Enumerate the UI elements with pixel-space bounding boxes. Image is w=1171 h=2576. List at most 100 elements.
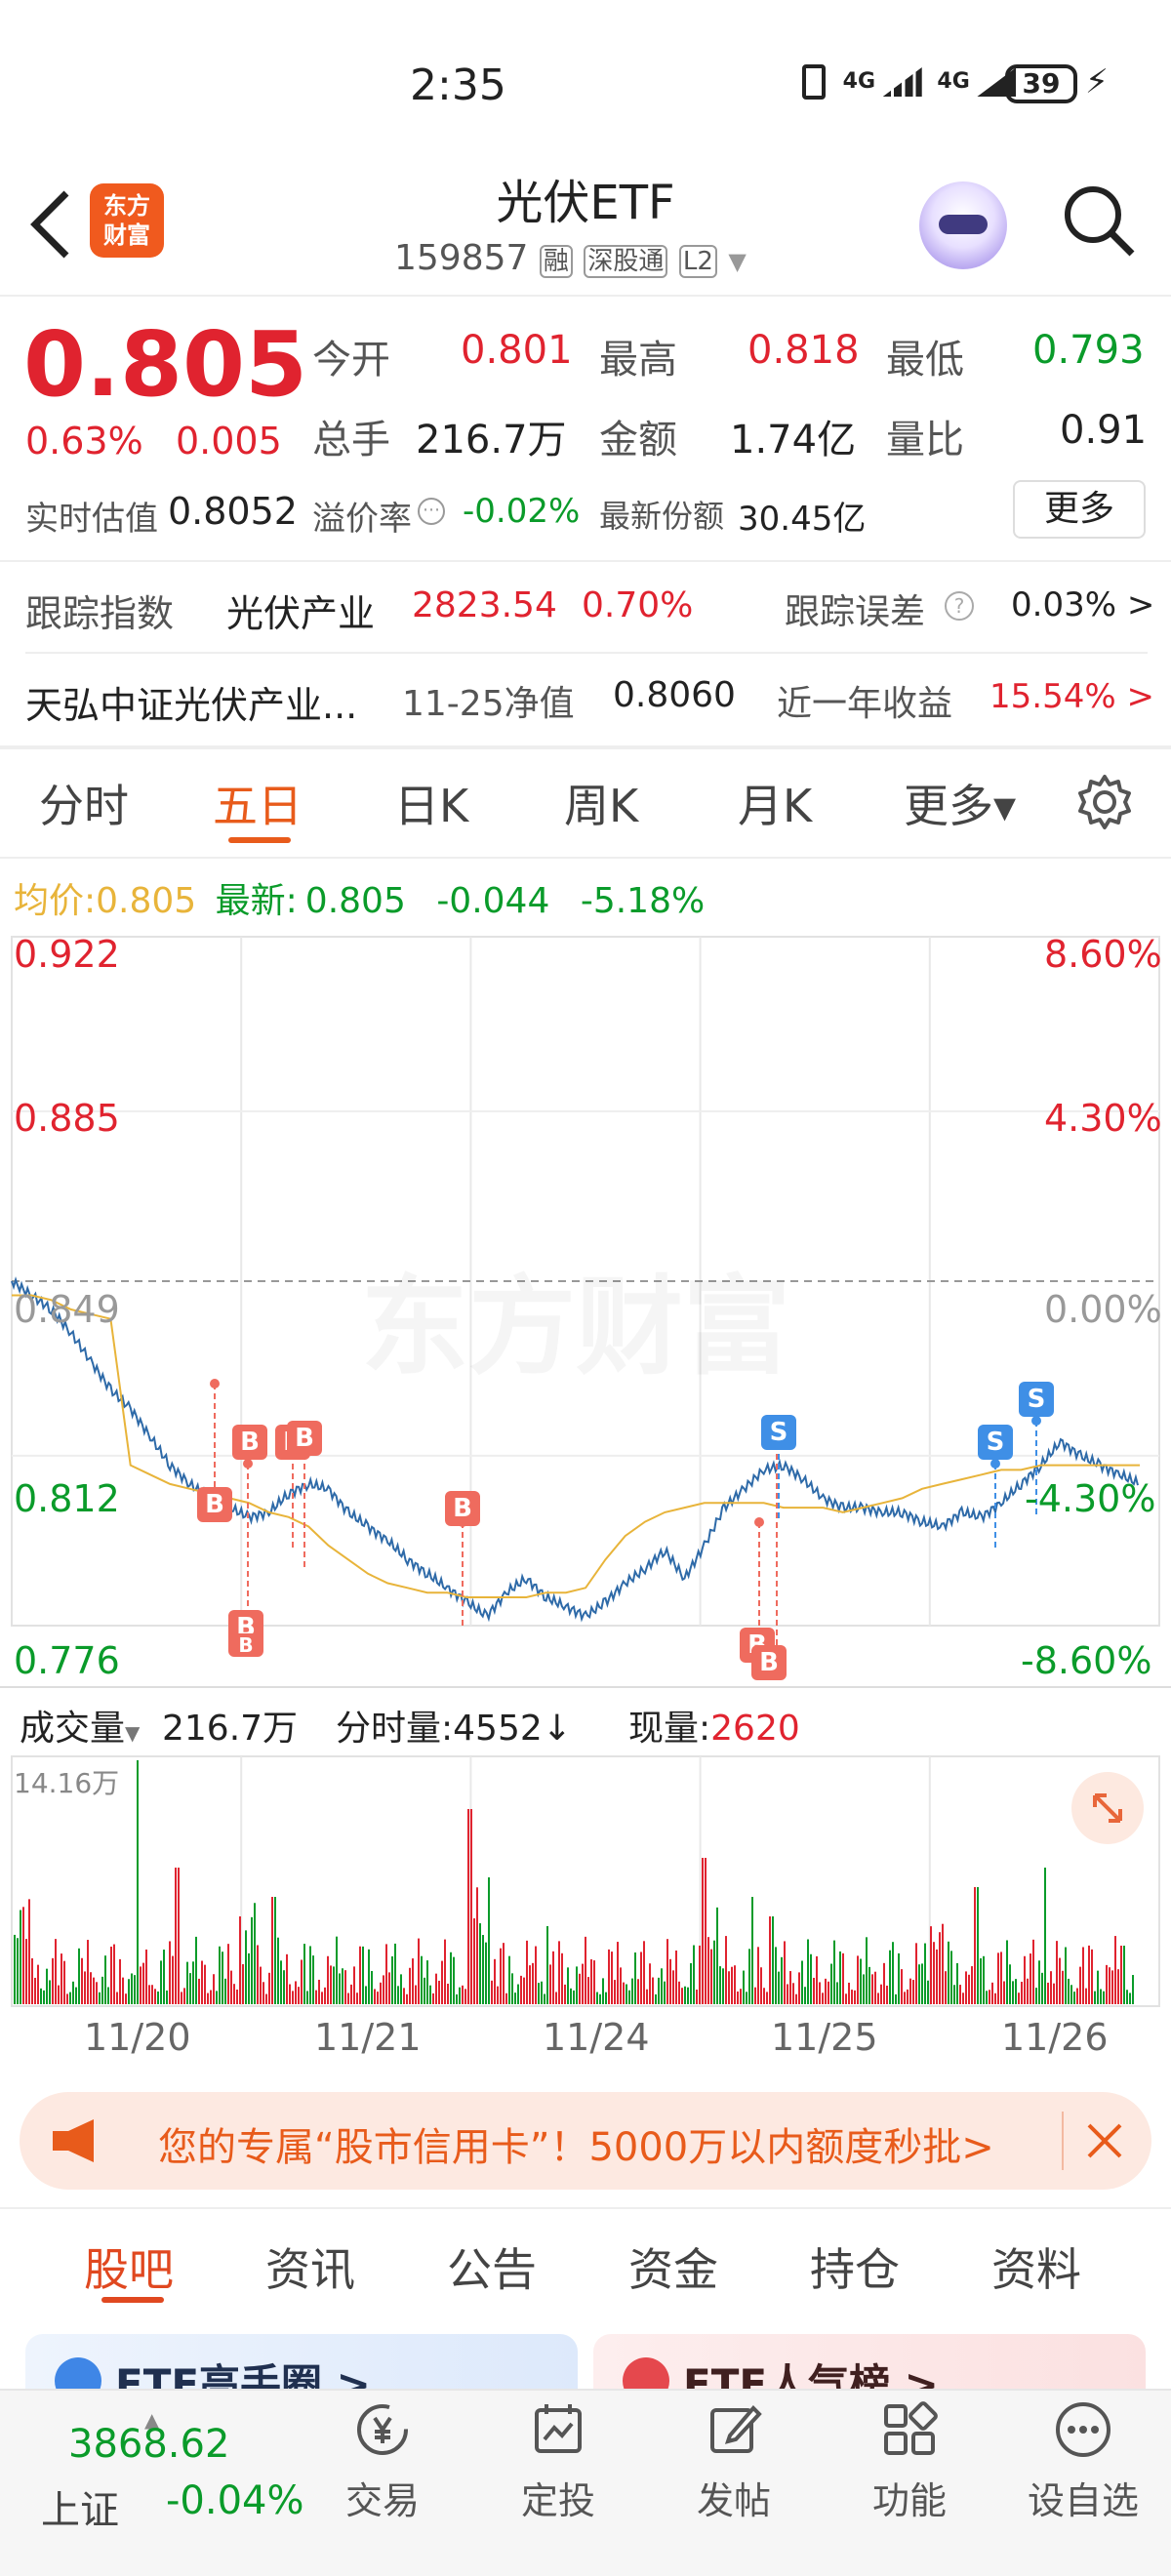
nav-fixed-invest[interactable]: 定投 [490, 2398, 626, 2524]
badge-connect: 深股通 [584, 245, 668, 278]
volume-bar [388, 1972, 390, 2004]
net-label-2: 4G [937, 69, 970, 94]
volume-bar [426, 1960, 428, 2004]
volume-bar [787, 1984, 788, 2004]
close-icon[interactable] [1083, 2119, 1126, 2162]
sell-mark-2[interactable]: S [978, 1425, 1013, 1460]
tracking-error-value[interactable]: 0.03% > [1011, 585, 1154, 624]
volume-bar [377, 1992, 379, 2004]
dropdown-triangle-icon[interactable]: ▼ [728, 248, 746, 275]
volume-bar [166, 1990, 168, 2004]
more-button[interactable]: 更多 [1013, 480, 1146, 539]
promo-banner[interactable]: 您的专属“股市信用卡”！5000万以内额度秒批> [20, 2092, 1151, 2190]
tab-more[interactable]: 更多▾ [904, 771, 1016, 835]
volume-bar [327, 1955, 329, 2004]
volume-bar [444, 1939, 446, 2004]
tab-holdings[interactable]: 持仓 [810, 2234, 900, 2299]
volume-bar [640, 1952, 642, 2004]
volume-bar [541, 1981, 543, 2004]
card-popularity[interactable]: ETF人气榜 > [593, 2334, 1146, 2389]
volume-bar [248, 1952, 250, 2004]
volume-bar [898, 1952, 900, 2004]
volume-bar [210, 1990, 212, 2004]
volume-bar [1009, 1964, 1011, 2004]
tab-profile[interactable]: 资料 [991, 2234, 1081, 2299]
card-expert-circle[interactable]: ETF高手圈 > [25, 2334, 578, 2389]
nav-add-watchlist[interactable]: 设自选 [1015, 2398, 1151, 2524]
y-tick-1: 0.885 [14, 1097, 120, 1140]
tab-forum[interactable]: 股吧 [84, 2234, 174, 2299]
tab-daily-k[interactable]: 日K [394, 771, 468, 835]
volume-bar [544, 1993, 545, 2004]
volume-bar [219, 1946, 221, 2004]
tab-monthly-k[interactable]: 月K [738, 771, 812, 835]
volume-bar [192, 1961, 194, 2004]
sell-mark-3[interactable]: S [1019, 1382, 1054, 1417]
settings-button[interactable] [1075, 773, 1134, 831]
volume-bar [207, 1992, 209, 2004]
volume-bar [819, 1982, 821, 2004]
index-ticker[interactable]: ▲ 3868.62 上证 -0.04% [20, 2408, 312, 2555]
volume-bar [546, 1926, 548, 2004]
chart-info-row: 均价:0.805 最新: 0.805 -0.044 -5.18% [14, 872, 705, 923]
question-icon[interactable]: ? [945, 591, 974, 621]
pct-tick-2: 0.00% [1044, 1288, 1162, 1331]
volume-bar [696, 1990, 698, 2004]
buy-mark-4[interactable]: B [287, 1421, 322, 1456]
volume-bar [315, 1990, 317, 2004]
volume-bar [230, 1970, 232, 2004]
volume-bar [1097, 1970, 1099, 2004]
back-button[interactable] [25, 185, 74, 263]
volume-selector[interactable]: 成交量▼ [20, 1700, 140, 1751]
tab-five-day[interactable]: 五日 [213, 771, 303, 835]
last-label: 最新: [215, 881, 298, 921]
app-logo[interactable]: 东方 财富 [90, 183, 164, 258]
volume-bar [892, 1942, 894, 2004]
track-index-name[interactable]: 光伏产业 [226, 584, 375, 637]
volume-bar [857, 1955, 859, 2004]
buy-mark-1[interactable]: B [197, 1487, 232, 1522]
volume-bar [1120, 1946, 1122, 2004]
gear-icon [1078, 775, 1131, 829]
volume-bar [145, 1949, 147, 2004]
volume-bar [58, 1985, 60, 2004]
buy-mark-6[interactable]: B [228, 1633, 263, 1657]
volume-chart[interactable] [0, 1752, 1171, 2010]
annual-return-value[interactable]: 15.54% > [989, 677, 1154, 716]
tab-intraday[interactable]: 分时 [39, 771, 129, 835]
robot-assistant-icon[interactable] [919, 181, 1007, 269]
volume-bar [608, 1949, 610, 2004]
volume-bar [216, 1991, 218, 2004]
tab-weekly-k[interactable]: 周K [564, 771, 638, 835]
pct-tick-0: 8.60% [1044, 933, 1162, 976]
tab-capital[interactable]: 资金 [628, 2234, 718, 2299]
nav-post-label: 发帖 [696, 2479, 771, 2522]
dropdown-icon: ▼ [125, 1721, 141, 1745]
sell-mark-1[interactable]: S [761, 1415, 796, 1450]
volume-bar [99, 1992, 101, 2004]
nav-post[interactable]: 发帖 [666, 2398, 802, 2524]
badge-l2: L2 [678, 245, 717, 278]
tab-announcements[interactable]: 公告 [447, 2234, 537, 2299]
volume-bar [128, 1979, 130, 2004]
volume-bar [69, 1992, 71, 2004]
buy-mark-9[interactable]: B [751, 1645, 787, 1680]
volume-bar [901, 1969, 903, 2004]
buy-mark-2[interactable]: B [232, 1425, 267, 1460]
tab-news[interactable]: 资讯 [265, 2234, 355, 2299]
volume-bar [693, 1945, 695, 2004]
nav-functions[interactable]: 功能 [841, 2398, 978, 2524]
volume-bar [763, 1988, 765, 2004]
help-icon[interactable]: ⋯ [418, 498, 445, 525]
expand-button[interactable] [1071, 1772, 1144, 1844]
volume-bar [927, 1980, 929, 2004]
volume-bar [649, 1963, 651, 2004]
nav-trade[interactable]: 交易 [314, 2398, 451, 2524]
volume-bar [1076, 1988, 1078, 2004]
volume-bar [871, 1974, 873, 2004]
fund-name[interactable]: 天弘中证光伏产业... [25, 675, 357, 729]
search-button[interactable] [1060, 181, 1138, 260]
volume-bar [198, 1978, 200, 2004]
buy-mark-7[interactable]: B [445, 1491, 480, 1526]
volume-bar [1000, 1952, 1002, 2004]
